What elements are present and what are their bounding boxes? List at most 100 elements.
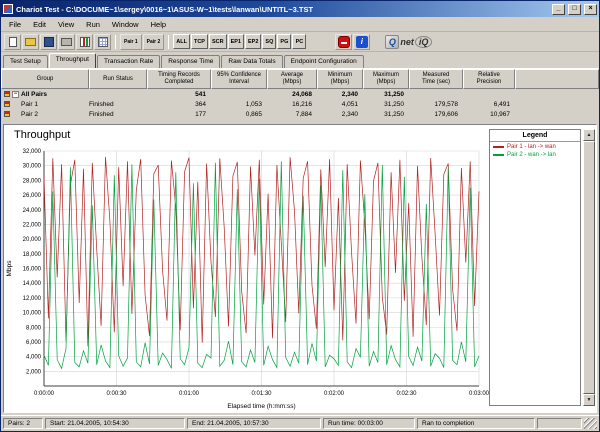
tab-test-setup[interactable]: Test Setup — [3, 55, 48, 68]
svg-text:0:01:30: 0:01:30 — [251, 391, 272, 397]
statusbar-item: Pairs: 2 — [3, 418, 43, 429]
cell-avg: 24,068 — [267, 89, 317, 99]
svg-text:16,000: 16,000 — [23, 267, 42, 273]
cell-ci: 0,865 — [211, 109, 267, 119]
toolbar-sq-button[interactable]: SQ — [262, 34, 276, 49]
column-header[interactable]: Maximum (Mbps) — [363, 69, 409, 89]
close-button[interactable]: × — [584, 4, 597, 15]
cell-status — [89, 89, 147, 99]
svg-text:0:00:00: 0:00:00 — [34, 391, 55, 397]
window-title: Chariot Test - C:\DOCUME~1\sergey\0016~1… — [16, 5, 549, 14]
cell-precision: 6,491 — [463, 99, 515, 109]
menu-edit[interactable]: Edit — [27, 19, 52, 30]
toolbar-pg-button[interactable]: PG — [277, 34, 291, 49]
throughput-chart: 0:00:000:00:300:01:000:01:300:02:000:02:… — [4, 143, 489, 412]
table-row[interactable]: −All Pairs54124,0682,34031,250 — [1, 89, 599, 99]
printer-icon — [61, 38, 72, 46]
stop-button[interactable] — [335, 34, 352, 50]
chart-view-button[interactable] — [76, 34, 93, 50]
cell-time — [409, 89, 463, 99]
group-label: All Pairs — [21, 91, 47, 98]
table-body: −All Pairs54124,0682,34031,250Pair 1Fini… — [1, 89, 599, 119]
save-button[interactable] — [40, 34, 57, 50]
vertical-scrollbar[interactable]: ▲ ▼ — [583, 129, 595, 406]
cell-status: Finished — [89, 109, 147, 119]
cell-min: 2,340 — [317, 89, 363, 99]
resize-grip[interactable] — [584, 418, 597, 429]
scroll-up-icon[interactable]: ▲ — [583, 129, 595, 141]
maximize-button[interactable]: □ — [568, 4, 581, 15]
print-button[interactable] — [58, 34, 75, 50]
svg-text:Elapsed time (h:mm:ss): Elapsed time (h:mm:ss) — [227, 403, 295, 410]
info-button[interactable]: i — [353, 34, 370, 50]
column-header[interactable]: Timing Records Completed — [147, 69, 211, 89]
expander-icon[interactable]: − — [12, 91, 19, 98]
svg-text:8,000: 8,000 — [26, 325, 42, 331]
column-header[interactable]: Minimum (Mbps) — [317, 69, 363, 89]
scroll-down-icon[interactable]: ▼ — [583, 394, 595, 406]
cell-max: 31,250 — [363, 99, 409, 109]
table-row[interactable]: Pair 2Finished1770,8657,8842,34031,25017… — [1, 109, 599, 119]
svg-text:24,000: 24,000 — [23, 208, 42, 214]
cell-max: 31,250 — [363, 89, 409, 99]
tab-throughput[interactable]: Throughput — [49, 53, 96, 68]
cell-min: 2,340 — [317, 109, 363, 119]
scrollbar-thumb[interactable] — [583, 141, 595, 394]
menu-window[interactable]: Window — [106, 19, 145, 30]
table-row[interactable]: Pair 1Finished3641,05316,2164,05131,2501… — [1, 99, 599, 109]
svg-text:30,000: 30,000 — [23, 164, 42, 170]
cell-time: 179,578 — [409, 99, 463, 109]
statusbar-item: Start: 21.04.2005, 10:54:30 — [45, 418, 185, 429]
tab-response-time[interactable]: Response Time — [161, 55, 220, 68]
toolbar: Pair 1Pair 2 ALLTCPSCREP1EP2SQPGPC i Q n… — [1, 32, 599, 52]
legend-label: Pair 2 - wan -> lan — [507, 152, 556, 158]
tab-endpoint-configuration[interactable]: Endpoint Configuration — [284, 55, 364, 68]
tab-raw-data-totals[interactable]: Raw Data Totals — [221, 55, 282, 68]
svg-text:32,000: 32,000 — [23, 149, 42, 155]
svg-text:2,000: 2,000 — [26, 369, 42, 375]
info-icon: i — [356, 36, 368, 48]
column-header[interactable]: Group — [1, 69, 89, 89]
cell-records: 364 — [147, 99, 211, 109]
toolbar-scr-button[interactable]: SCR — [209, 34, 227, 49]
column-header[interactable]: Relative Precision — [463, 69, 515, 89]
toolbar-pair-1-button[interactable]: Pair 1 — [120, 34, 142, 50]
column-header[interactable]: Measured Time (sec) — [409, 69, 463, 89]
column-header[interactable]: Average (Mbps) — [267, 69, 317, 89]
toolbar-pair-2-button[interactable]: Pair 2 — [143, 34, 165, 50]
column-header[interactable]: 95% Confidence Interval — [211, 69, 267, 89]
menu-view[interactable]: View — [52, 19, 80, 30]
menu-file[interactable]: File — [3, 19, 27, 30]
menu-help[interactable]: Help — [145, 19, 172, 30]
toolbar-ep1-button[interactable]: EP1 — [228, 34, 244, 49]
statusbar-filler — [537, 418, 582, 429]
minimize-button[interactable]: _ — [552, 4, 565, 15]
cell-avg: 7,884 — [267, 109, 317, 119]
chart-title: Throughput — [4, 125, 489, 143]
chart-icon — [80, 37, 90, 47]
toolbar-separator — [115, 35, 116, 49]
grid-view-button[interactable] — [94, 34, 111, 50]
cell-time: 179,606 — [409, 109, 463, 119]
open-button[interactable] — [22, 34, 39, 50]
chart-plot-area: 0:00:000:00:300:01:000:01:300:02:000:02:… — [4, 143, 489, 412]
cell-min: 4,051 — [317, 99, 363, 109]
column-header[interactable]: Run Status — [89, 69, 147, 89]
toolbar-all-button[interactable]: ALL — [173, 34, 190, 49]
statusbar-item: End: 21.04.2005, 10:57:30 — [187, 418, 321, 429]
svg-text:14,000: 14,000 — [23, 281, 42, 287]
toolbar-ep2-button[interactable]: EP2 — [245, 34, 261, 49]
new-button[interactable] — [4, 34, 21, 50]
toolbar-tcp-button[interactable]: TCP — [191, 34, 208, 49]
pair-icon — [4, 101, 10, 107]
menu-run[interactable]: Run — [80, 19, 106, 30]
netiq-logo: Q net iQ — [385, 35, 432, 49]
cell-avg: 16,216 — [267, 99, 317, 109]
legend-label: Pair 1 - lan -> wan — [507, 144, 556, 150]
svg-text:26,000: 26,000 — [23, 193, 42, 199]
cell-ci: 1,053 — [211, 99, 267, 109]
title-bar: Chariot Test - C:\DOCUME~1\sergey\0016~1… — [1, 1, 599, 17]
toolbar-pc-button[interactable]: PC — [292, 34, 306, 49]
tab-transaction-rate[interactable]: Transaction Rate — [97, 55, 160, 68]
svg-text:4,000: 4,000 — [26, 355, 42, 361]
